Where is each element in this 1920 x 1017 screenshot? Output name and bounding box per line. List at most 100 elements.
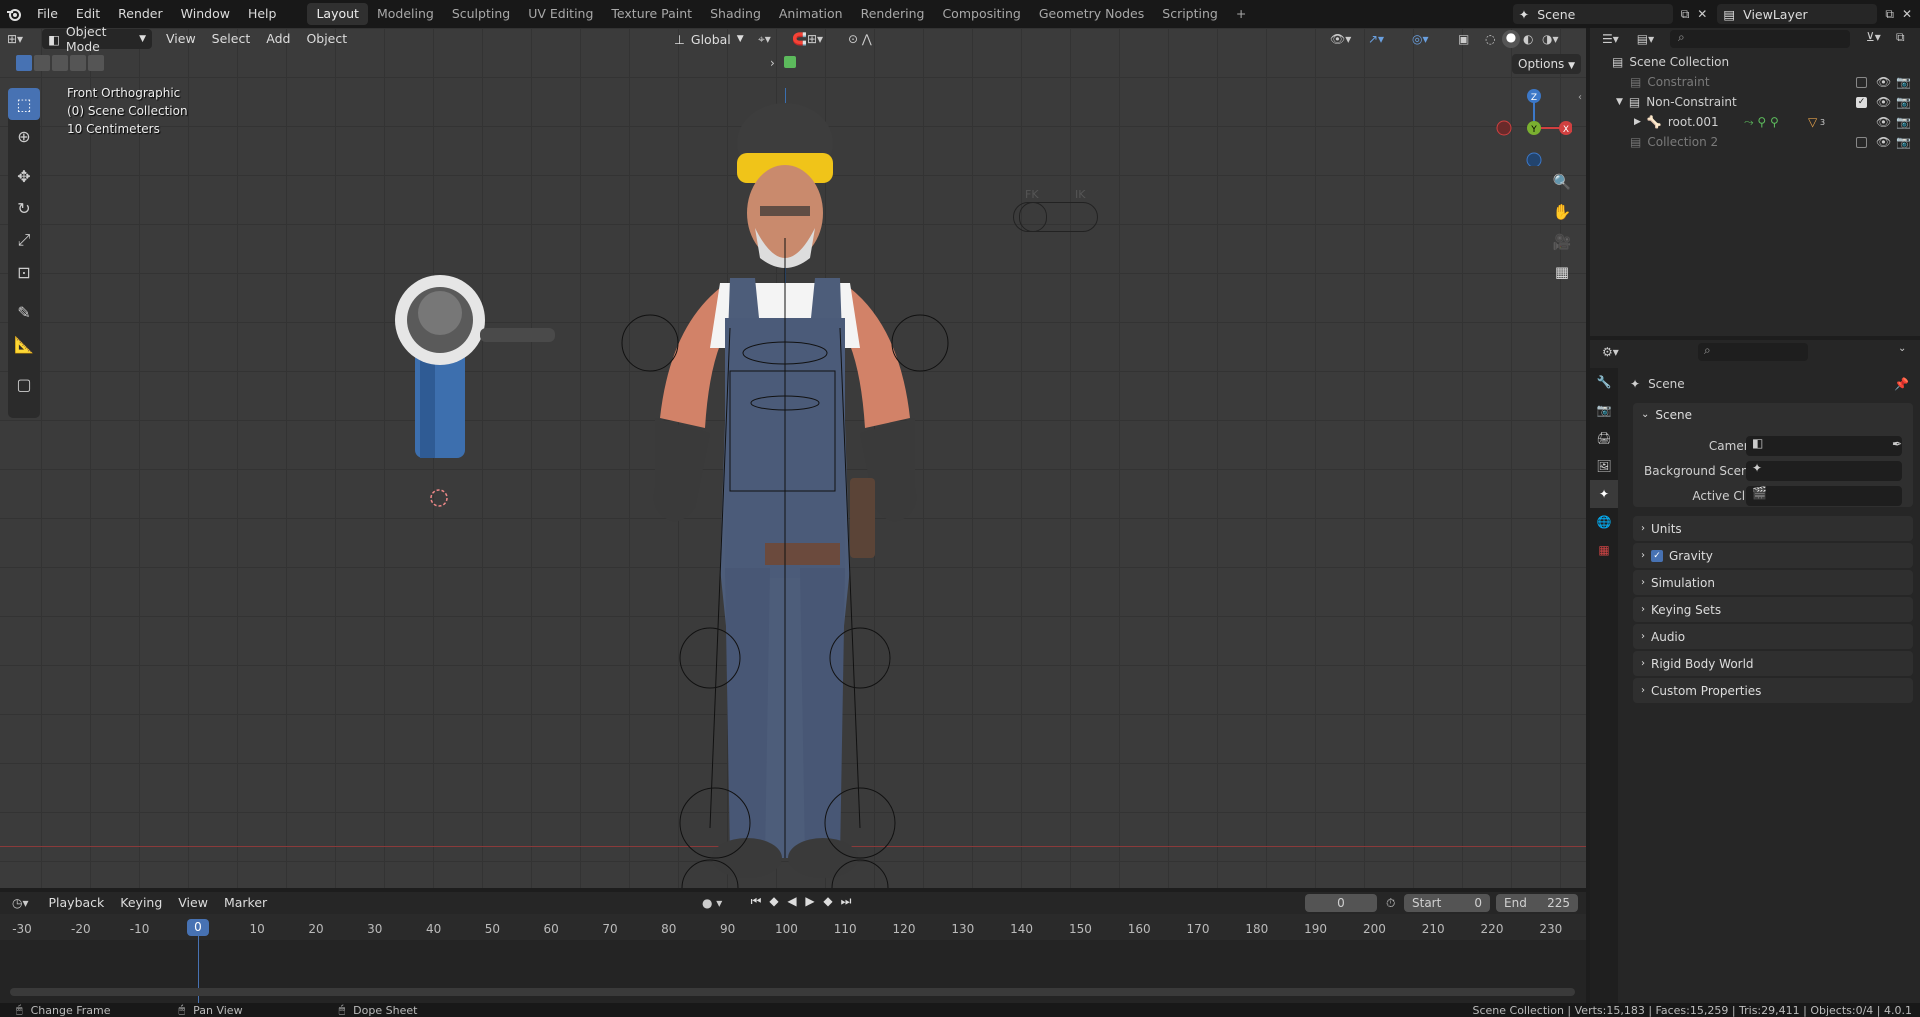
end-frame-field[interactable]: End 225: [1496, 894, 1578, 912]
display-mode-icon[interactable]: ▤▾: [1637, 32, 1654, 46]
view-layer-selector[interactable]: ▤ ViewLayer: [1717, 4, 1878, 24]
scale-tool-icon[interactable]: ⤢: [8, 224, 40, 256]
eye-icon[interactable]: 👁: [1876, 95, 1891, 109]
pin-icon[interactable]: 📌: [1894, 377, 1909, 391]
select-new-icon[interactable]: [16, 55, 32, 71]
rendered-shading-icon[interactable]: ◑▾: [1542, 32, 1559, 46]
solid-shading-icon[interactable]: ●: [1502, 30, 1520, 48]
menu-keying[interactable]: Keying: [112, 893, 170, 913]
play-reverse-icon[interactable]: ◀: [784, 894, 800, 912]
transform-orientation-selector[interactable]: ⊥ Global ▼: [668, 29, 750, 49]
menu-playback[interactable]: Playback: [41, 893, 113, 913]
move-tool-icon[interactable]: ✥: [8, 160, 40, 192]
timeline-editor-icon[interactable]: ◷▾: [12, 896, 29, 910]
pivot-icon[interactable]: ⌖▾: [758, 32, 771, 47]
menu-view[interactable]: View: [158, 29, 204, 49]
tab-rendering[interactable]: Rendering: [852, 3, 934, 25]
rotate-tool-icon[interactable]: ↻: [8, 192, 40, 224]
jump-start-icon[interactable]: ⏮: [748, 894, 764, 912]
cursor-tool-icon[interactable]: ⊕: [8, 120, 40, 152]
menu-timeline-view[interactable]: View: [170, 893, 216, 913]
timeline-area[interactable]: -30 -20 -10 0 10 20 30 40 50 60 70 80 90 100 110 120 130…: [0, 914, 1586, 1003]
active-clip-field[interactable]: 🎬: [1746, 486, 1902, 506]
current-frame-field[interactable]: 0: [1305, 894, 1377, 912]
new-scene-icon[interactable]: ⧉: [1681, 7, 1690, 22]
exclude-checkbox[interactable]: [1856, 76, 1867, 88]
panel-custom-properties[interactable]: › Custom Properties: [1633, 678, 1913, 703]
menu-window[interactable]: Window: [172, 3, 239, 25]
delete-scene-icon[interactable]: ✕: [1697, 7, 1707, 21]
outliner-row-constraint[interactable]: ▤ Constraint 👁 📷: [1590, 72, 1920, 92]
texture-tab-icon[interactable]: ▦: [1590, 536, 1618, 564]
menu-edit[interactable]: Edit: [67, 3, 109, 25]
chevron-down-icon[interactable]: ⌄: [1898, 343, 1906, 354]
properties-search-input[interactable]: ⌕: [1698, 343, 1808, 361]
menu-object[interactable]: Object: [298, 29, 355, 49]
xray-icon[interactable]: ▣: [1458, 32, 1469, 46]
panel-units[interactable]: › Units: [1633, 516, 1913, 541]
prev-keyframe-icon[interactable]: ◆: [766, 894, 782, 912]
scene-collapse-chevron-icon[interactable]: ›: [770, 56, 775, 70]
add-workspace-icon[interactable]: +: [1227, 3, 1255, 25]
view-layer-tab-icon[interactable]: 🖼: [1590, 452, 1618, 480]
new-collection-icon[interactable]: ⧉: [1896, 30, 1905, 45]
navigation-gizmo[interactable]: Z Y X: [1492, 86, 1572, 166]
auto-keying-icon[interactable]: ● ▾: [702, 896, 722, 910]
scene-tab-icon[interactable]: ✦: [1590, 480, 1618, 508]
delete-view-layer-icon[interactable]: ✕: [1902, 7, 1912, 21]
worker-character-model[interactable]: [560, 88, 1020, 888]
output-tab-icon[interactable]: 🖨: [1590, 424, 1618, 452]
scene-selector[interactable]: ✦ Scene: [1512, 4, 1673, 24]
annotate-tool-icon[interactable]: ✎: [8, 296, 40, 328]
tab-sculpting[interactable]: Sculpting: [443, 3, 519, 25]
start-frame-field[interactable]: Start 0: [1404, 894, 1490, 912]
pan-hand-icon[interactable]: ✋: [1547, 197, 1577, 227]
select-intersect-icon[interactable]: [88, 55, 104, 71]
tab-compositing[interactable]: Compositing: [933, 3, 1029, 25]
menu-help[interactable]: Help: [239, 3, 286, 25]
properties-editor-icon[interactable]: ⚙▾: [1602, 345, 1619, 359]
sidebar-toggle-icon[interactable]: ‹: [1578, 92, 1582, 103]
blender-logo-icon[interactable]: [0, 0, 28, 28]
tab-texture-paint[interactable]: Texture Paint: [602, 3, 701, 25]
menu-marker[interactable]: Marker: [216, 893, 275, 913]
tab-layout[interactable]: Layout: [307, 3, 368, 25]
zoom-icon[interactable]: 🔍: [1547, 167, 1577, 197]
eye-icon[interactable]: 👁: [1876, 75, 1891, 89]
overlay-toggle-icon[interactable]: ◎▾: [1412, 32, 1429, 46]
exclude-checkbox-checked[interactable]: ✓: [1856, 96, 1867, 108]
panel-simulation[interactable]: › Simulation: [1633, 570, 1913, 595]
panel-gravity[interactable]: › ✓ Gravity: [1633, 543, 1913, 568]
camera-render-icon[interactable]: 📷: [1896, 75, 1911, 89]
options-button[interactable]: Options ▼: [1512, 54, 1582, 74]
transform-tool-icon[interactable]: ⊡: [8, 256, 40, 288]
camera-render-icon[interactable]: 📷: [1896, 135, 1911, 149]
menu-render[interactable]: Render: [109, 3, 172, 25]
menu-select[interactable]: Select: [204, 29, 259, 49]
expand-down-icon[interactable]: ▼: [1616, 97, 1623, 107]
timeline-scrollbar[interactable]: [10, 988, 1575, 996]
outliner-row-scene-collection[interactable]: ▤ Scene Collection: [1590, 52, 1920, 72]
filter-icon[interactable]: ⊻▾: [1866, 30, 1881, 44]
world-tab-icon[interactable]: 🌐: [1590, 508, 1618, 536]
add-cube-tool-icon[interactable]: ▢: [8, 368, 40, 400]
tab-geometry-nodes[interactable]: Geometry Nodes: [1030, 3, 1153, 25]
tab-modeling[interactable]: Modeling: [368, 3, 443, 25]
panel-audio[interactable]: › Audio: [1633, 624, 1913, 649]
select-subtract-icon[interactable]: [52, 55, 68, 71]
fk-ik-switch[interactable]: FK IK: [1013, 188, 1103, 232]
camera-render-icon[interactable]: 📷: [1896, 115, 1911, 129]
outliner-row-collection-2[interactable]: ▤ Collection 2 👁 📷: [1590, 132, 1920, 152]
outliner-row-non-constraint[interactable]: ▼ ▤ Non-Constraint ✓ 👁 📷: [1590, 92, 1920, 112]
gravity-checkbox[interactable]: ✓: [1651, 549, 1663, 562]
tab-animation[interactable]: Animation: [770, 3, 852, 25]
camera-field[interactable]: ◧: [1746, 436, 1902, 456]
playhead-frame-indicator[interactable]: 0: [187, 919, 209, 936]
next-keyframe-icon[interactable]: ◆: [820, 894, 836, 912]
mode-selector[interactable]: ◧ Object Mode ▼: [42, 24, 152, 54]
play-icon[interactable]: ▶: [802, 894, 818, 912]
panel-keying-sets[interactable]: › Keying Sets: [1633, 597, 1913, 622]
new-view-layer-icon[interactable]: ⧉: [1885, 7, 1894, 22]
snap-icon[interactable]: 🧲⊞▾: [792, 32, 823, 46]
camera-render-icon[interactable]: 📷: [1896, 95, 1911, 109]
